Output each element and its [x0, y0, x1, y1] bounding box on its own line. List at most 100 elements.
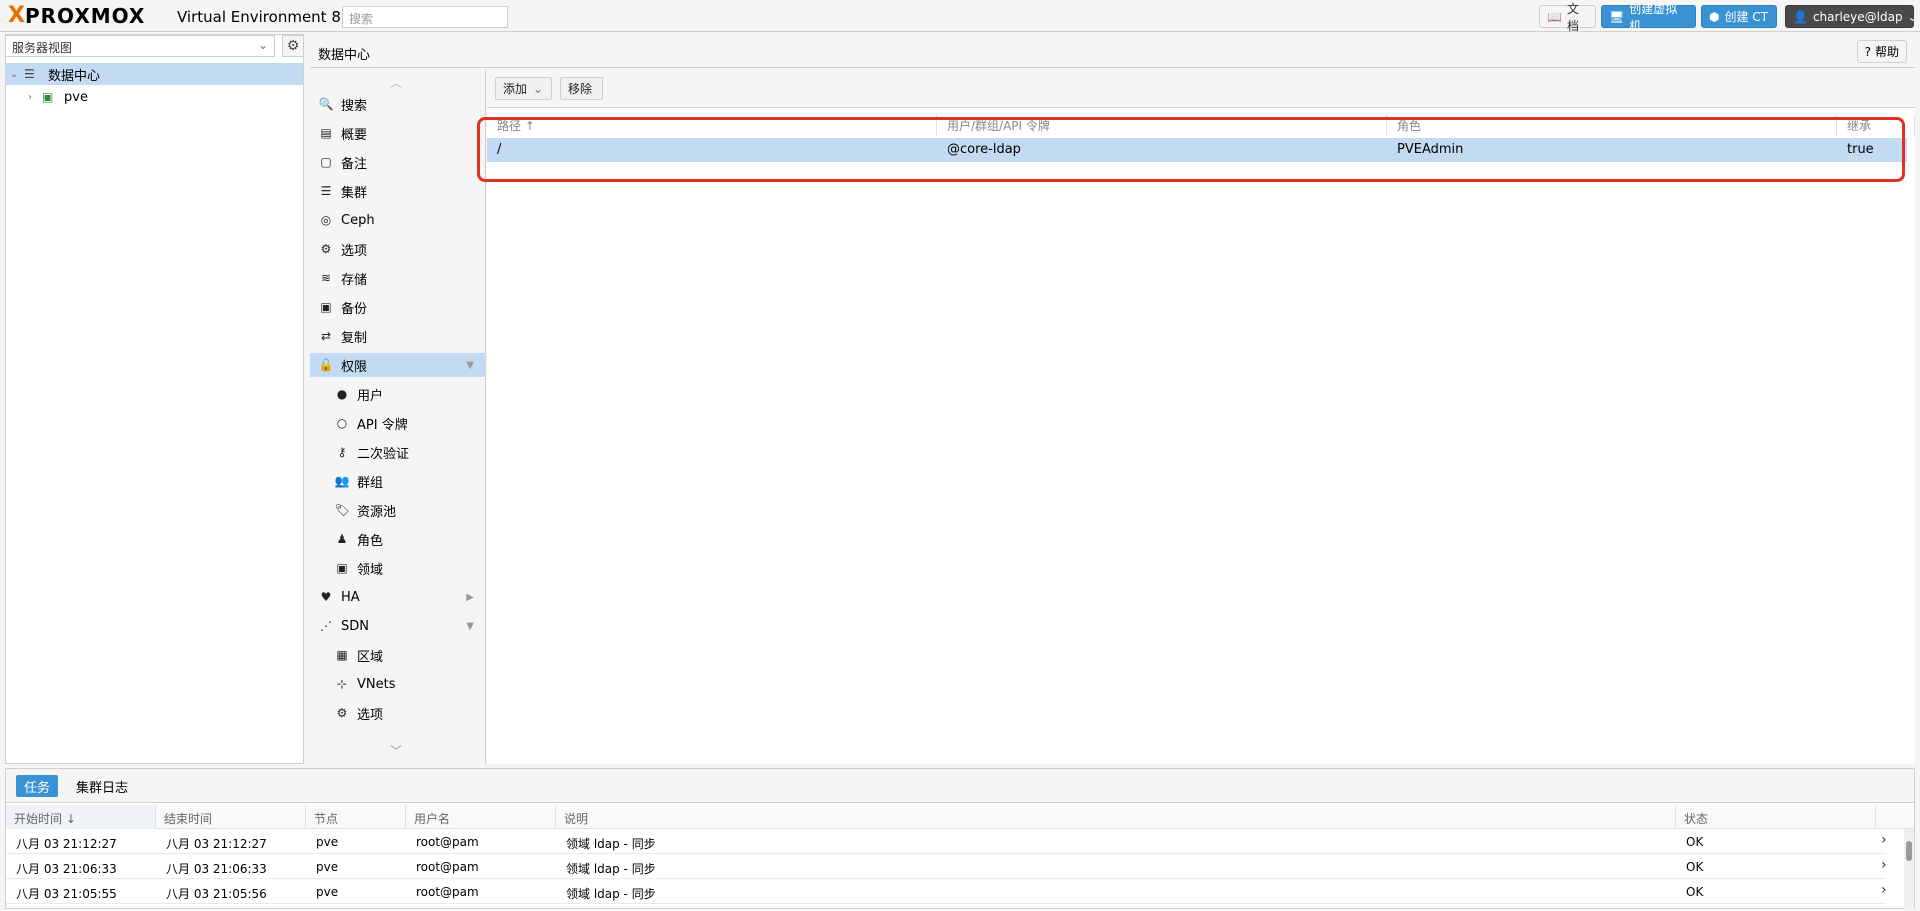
nav-item-storage[interactable]: ≋ 存储 — [310, 266, 486, 290]
column-header-status[interactable]: 状态 — [1676, 805, 1876, 829]
nav-item-label: 选项 — [341, 243, 368, 259]
datacenter-icon: ☰ — [24, 67, 35, 81]
nav-item-summary[interactable]: ▤ 概要 — [310, 121, 486, 145]
search-input[interactable]: 搜索 — [342, 6, 508, 28]
docs-button[interactable]: 📖 文档 — [1539, 2, 1596, 33]
nav-item-label: 选项 — [357, 707, 384, 723]
proxmox-logo[interactable]: X PROXMOX — [8, 3, 145, 29]
nav-item-notes[interactable]: ▢ 备注 — [310, 150, 486, 174]
address-book-icon: ▣ — [336, 561, 348, 575]
add-label: 添加 — [503, 82, 528, 96]
nav-item-vnets[interactable]: ⊹ VNets — [310, 672, 486, 696]
nav-item-api-tokens[interactable]: ○ API 令牌 — [310, 411, 486, 435]
nav-item-realms[interactable]: ▣ 领域 — [310, 556, 486, 580]
cell-user: root@pam — [416, 885, 479, 899]
table-row[interactable]: / @core-ldap PVEAdmin true — [487, 138, 1907, 162]
column-header-node[interactable]: 节点 — [306, 805, 406, 829]
view-select[interactable]: 服务器视图 ⌄ — [5, 35, 275, 57]
task-row[interactable]: 八月 03 21:05:55 八月 03 21:05:56 pve root@p… — [6, 879, 1887, 904]
sticky-note-icon: ▢ — [320, 155, 332, 169]
cell-propagate: true — [1847, 142, 1874, 157]
tab-cluster-log[interactable]: 集群日志 — [68, 775, 136, 797]
nav-item-groups[interactable]: 👥 群组 — [310, 469, 486, 493]
logo-x-mark: X — [8, 3, 25, 28]
nav-item-label: 资源池 — [357, 504, 397, 520]
chevron-right-icon[interactable]: › — [1881, 832, 1887, 848]
nav-item-zones[interactable]: ▦ 区域 — [310, 643, 486, 667]
nav-item-label: SDN — [341, 618, 369, 634]
ceph-icon: ◎ — [320, 213, 332, 227]
scrollbar-thumb[interactable] — [1906, 841, 1912, 861]
task-row[interactable]: 八月 03 21:06:33 八月 03 21:06:33 pve root@p… — [6, 854, 1887, 879]
task-row[interactable]: 八月 03 21:12:27 八月 03 21:12:27 pve root@p… — [6, 829, 1887, 854]
nav-item-sdn[interactable]: ⋰ SDN ▼ — [310, 614, 486, 638]
book-icon: ▤ — [320, 126, 332, 140]
tree-settings-button[interactable]: ⚙ — [282, 35, 304, 57]
nav-item-ha[interactable]: ♥ HA ▶ — [310, 585, 486, 609]
resource-tree-panel — [5, 34, 304, 764]
users-icon: 👥 — [334, 474, 350, 488]
tree-item-pve[interactable]: › ▣ pve — [6, 86, 303, 108]
collapse-icon: ⌄ — [10, 68, 19, 80]
sdn-icon: ⋰ — [320, 619, 332, 633]
network-icon: ⊹ — [336, 677, 348, 691]
column-header-path[interactable]: 路径 ↑ — [487, 114, 937, 136]
column-header-propagate[interactable]: 继承 — [1837, 114, 1915, 136]
create-ct-button[interactable]: ⬢ 创建 CT — [1701, 5, 1777, 28]
version-label: Virtual Environment 8.4.0 — [177, 8, 370, 26]
help-label: 帮助 — [1874, 45, 1899, 59]
top-bar: X PROXMOX Virtual Environment 8.4.0 搜索 📖… — [0, 0, 1920, 33]
nav-item-ceph[interactable]: ◎ Ceph — [310, 208, 486, 232]
user-menu-button[interactable]: 👤 charleye@ldap ⌄ — [1785, 5, 1918, 28]
floppy-icon: ▣ — [320, 300, 332, 314]
column-header-user[interactable]: 用户名 — [406, 805, 556, 829]
column-header-who[interactable]: 用户/群组/API 令牌 — [937, 114, 1387, 136]
main-header: 数据中心 ? 帮助 — [310, 34, 1915, 68]
create-ct-label: 创建 CT — [1724, 10, 1769, 24]
nav-item-sdn-options[interactable]: ⚙ 选项 — [310, 701, 486, 725]
user-icon: ● — [336, 387, 348, 401]
task-scrollbar[interactable] — [1904, 829, 1914, 909]
chevron-right-icon[interactable]: › — [1881, 882, 1887, 898]
column-header-start-time[interactable]: 开始时间 ↓ — [6, 805, 156, 829]
nav-item-search[interactable]: 🔍 搜索 — [310, 92, 486, 116]
create-vm-button[interactable]: 🖥 创建虚拟机 — [1601, 2, 1696, 33]
nav-item-tfa[interactable]: ⚷ 二次验证 — [310, 440, 486, 464]
column-header-role[interactable]: 角色 — [1387, 114, 1837, 136]
permissions-panel: 添加 ⌄ 移除 路径 ↑ 用户/群组/API 令牌 角色 继承 / @core-… — [487, 70, 1915, 764]
gear-icon: ⚙ — [320, 242, 332, 256]
nav-item-cluster[interactable]: ☰ 集群 — [310, 179, 486, 203]
chevron-down-icon: ▼ — [466, 620, 474, 632]
bottom-tabs: 任务 集群日志 — [6, 769, 1914, 803]
user-label: charleye@ldap — [1812, 9, 1903, 24]
nav-item-users[interactable]: ● 用户 — [310, 382, 486, 406]
nav-item-backup[interactable]: ▣ 备份 — [310, 295, 486, 319]
search-icon: 🔍 — [318, 97, 334, 111]
scroll-up-icon[interactable]: ︿ — [390, 74, 402, 91]
cell-status: OK — [1686, 885, 1704, 899]
male-icon: ♟ — [336, 532, 348, 546]
expand-icon: › — [28, 91, 32, 103]
column-header-description[interactable]: 说明 — [556, 805, 1676, 829]
chevron-right-icon[interactable]: › — [1881, 857, 1887, 873]
tree-item-datacenter[interactable]: ⌄ ☰ 数据中心 — [6, 63, 303, 85]
create-vm-label: 创建虚拟机 — [1629, 1, 1678, 33]
task-grid-header: 开始时间 ↓ 结束时间 节点 用户名 说明 状态 — [6, 805, 1914, 829]
add-button[interactable]: 添加 ⌄ — [495, 77, 552, 100]
book-icon: 📖 — [1547, 9, 1562, 24]
cell-role: PVEAdmin — [1397, 142, 1464, 157]
nav-item-roles[interactable]: ♟ 角色 — [310, 527, 486, 551]
nav-item-options[interactable]: ⚙ 选项 — [310, 237, 486, 261]
scroll-down-icon[interactable]: ﹀ — [390, 742, 402, 759]
tab-tasks[interactable]: 任务 — [16, 775, 59, 797]
nav-item-label: 搜索 — [341, 98, 368, 114]
nav-item-permissions[interactable]: 🔓 权限 ▼ — [310, 353, 486, 377]
cell-end: 八月 03 21:12:27 — [166, 837, 267, 851]
nav-item-pools[interactable]: 🏷 资源池 — [310, 498, 486, 522]
remove-button[interactable]: 移除 — [560, 77, 603, 100]
help-button[interactable]: ? 帮助 — [1856, 40, 1907, 63]
nav-item-replication[interactable]: ⇄ 复制 — [310, 324, 486, 348]
nav-item-label: 用户 — [357, 388, 384, 404]
column-header-end-time[interactable]: 结束时间 — [156, 805, 306, 829]
nav-item-label: 复制 — [341, 330, 368, 346]
